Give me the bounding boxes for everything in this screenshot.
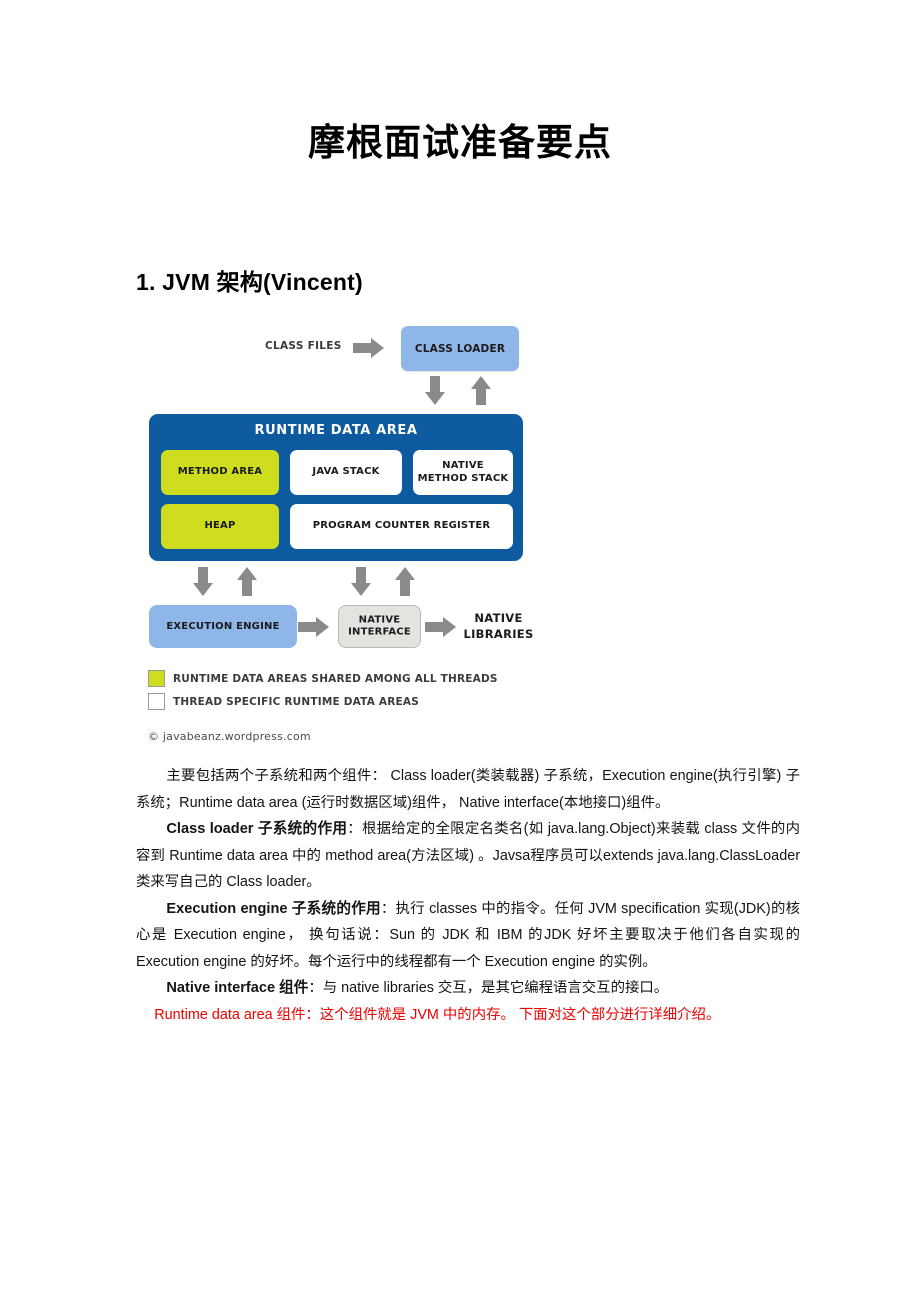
native-libraries-label: NATIVE LIBRARIES: [463, 611, 534, 641]
paragraph-overview-text: 主要包括两个子系统和两个组件： Class loader(类装载器) 子系统，E…: [136, 768, 800, 811]
arrow-down-icon-loader-to-runtime: [425, 376, 445, 405]
legend-item-thread-specific: THREAD SPECIFIC RUNTIME DATA AREAS: [148, 693, 419, 710]
paragraph-native-interface-text: ：与 native libraries 交互，是其它编程语言交互的接口。: [308, 980, 669, 996]
paragraph-class-loader: Class loader 子系统的作用：根据给定的全限定名类名(如 java.l…: [136, 816, 800, 896]
legend-swatch-white: [148, 693, 165, 710]
execution-engine-label: EXECUTION ENGINE: [166, 620, 280, 632]
runtime-data-area-box: RUNTIME DATA AREA METHOD AREA JAVA STACK…: [149, 414, 523, 561]
body-text: 主要包括两个子系统和两个组件： Class loader(类装载器) 子系统，E…: [136, 763, 800, 1028]
paragraph-class-loader-lead: Class loader 子系统的作用: [166, 821, 348, 837]
cell-method-area: METHOD AREA: [161, 450, 279, 495]
arrow-down-icon-runtime-to-native-interface: [351, 567, 371, 596]
diagram-credit: © javabeanz.wordpress.com: [148, 730, 311, 743]
class-loader-label: CLASS LOADER: [414, 342, 506, 355]
legend-swatch-green: [148, 670, 165, 687]
class-loader-box: CLASS LOADER: [401, 326, 519, 371]
native-interface-box: NATIVE INTERFACE: [338, 605, 421, 648]
arrow-up-icon-runtime-to-loader: [471, 376, 491, 405]
cell-heap: HEAP: [161, 504, 279, 549]
legend-item-shared: RUNTIME DATA AREAS SHARED AMONG ALL THRE…: [148, 670, 498, 687]
paragraph-native-interface: Native interface 组件：与 native libraries 交…: [136, 975, 800, 1002]
arrow-up-icon-engine-to-runtime: [237, 567, 257, 596]
arrow-up-icon-native-interface-to-runtime: [395, 567, 415, 596]
execution-engine-box: EXECUTION ENGINE: [149, 605, 297, 648]
paragraph-native-interface-lead: Native interface 组件: [166, 980, 309, 996]
paragraph-runtime-data-area-red: Runtime data area 组件：这个组件就是 JVM 中的内存。 下面…: [136, 1002, 800, 1029]
legend-label-shared: RUNTIME DATA AREAS SHARED AMONG ALL THRE…: [173, 672, 498, 685]
runtime-data-area-title: RUNTIME DATA AREA: [254, 423, 418, 438]
arrow-right-icon-engine-to-native-interface: [298, 617, 329, 637]
paragraph-overview: 主要包括两个子系统和两个组件： Class loader(类装载器) 子系统，E…: [136, 763, 800, 816]
legend-label-thread-specific: THREAD SPECIFIC RUNTIME DATA AREAS: [173, 695, 419, 708]
paragraph-runtime-data-area-text: Runtime data area 组件：这个组件就是 JVM 中的内存。 下面…: [154, 1006, 721, 1023]
paragraph-execution-engine: Execution engine 子系统的作用：执行 classes 中的指令。…: [136, 896, 800, 976]
document-page: 摩根面试准备要点 1. JVM 架构(Vincent) CLASS FILES …: [0, 0, 920, 1302]
class-files-label: CLASS FILES: [265, 340, 342, 352]
arrow-right-icon-classfiles-to-loader: [353, 338, 384, 358]
paragraph-execution-engine-lead: Execution engine 子系统的作用: [166, 900, 381, 917]
jvm-architecture-diagram: CLASS FILES CLASS LOADER RUNTIME DATA AR…: [145, 318, 545, 748]
cell-java-stack: JAVA STACK: [290, 450, 402, 495]
cell-native-method-stack: NATIVE METHOD STACK: [413, 450, 513, 495]
cell-program-counter-register: PROGRAM COUNTER REGISTER: [290, 504, 513, 549]
section-heading-jvm-architecture: 1. JVM 架构(Vincent): [136, 269, 363, 295]
arrow-down-icon-runtime-to-engine: [193, 567, 213, 596]
native-interface-label: NATIVE INTERFACE: [348, 614, 411, 638]
page-title: 摩根面试准备要点: [308, 120, 612, 164]
